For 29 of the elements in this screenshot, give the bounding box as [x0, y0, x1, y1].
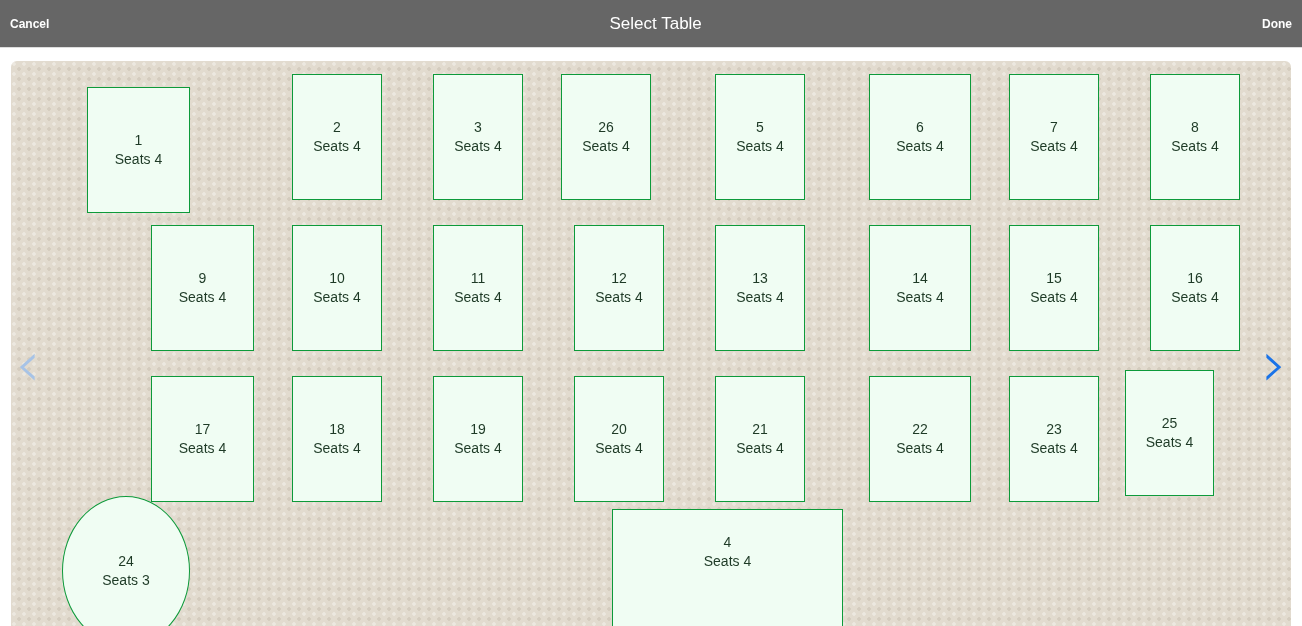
page-title: Select Table	[609, 13, 702, 34]
cancel-button[interactable]: Cancel	[10, 16, 50, 31]
table[interactable]: 16 Seats 4	[1150, 225, 1240, 351]
table[interactable]: 23 Seats 4	[1009, 376, 1099, 502]
table[interactable]: 12 Seats 4	[574, 225, 664, 351]
table[interactable]: 11 Seats 4	[433, 225, 523, 351]
table[interactable]: 2 Seats 4	[292, 74, 382, 200]
table[interactable]: 26 Seats 4	[561, 74, 651, 200]
round-table[interactable]: 24 Seats 3	[62, 496, 190, 626]
table[interactable]: 18 Seats 4	[292, 376, 382, 502]
table[interactable]: 13 Seats 4	[715, 225, 805, 351]
table[interactable]: 10 Seats 4	[292, 225, 382, 351]
table[interactable]: 6 Seats 4	[869, 74, 971, 200]
table[interactable]: 9 Seats 4	[151, 225, 254, 351]
table[interactable]: 4 Seats 4	[612, 509, 843, 626]
table[interactable]: 7 Seats 4	[1009, 74, 1099, 200]
table[interactable]: 8 Seats 4	[1150, 74, 1240, 200]
table[interactable]: 15 Seats 4	[1009, 225, 1099, 351]
table[interactable]: 14 Seats 4	[869, 225, 971, 351]
table[interactable]: 20 Seats 4	[574, 376, 664, 502]
table[interactable]: 5 Seats 4	[715, 74, 805, 200]
table[interactable]: 19 Seats 4	[433, 376, 523, 502]
table[interactable]: 17 Seats 4	[151, 376, 254, 502]
table[interactable]: 22 Seats 4	[869, 376, 971, 502]
table[interactable]: 3 Seats 4	[433, 74, 523, 200]
table[interactable]: 25 Seats 4	[1125, 370, 1214, 496]
table[interactable]: 1 Seats 4	[87, 87, 190, 213]
done-button[interactable]: Done	[1262, 16, 1292, 31]
table[interactable]: 21 Seats 4	[715, 376, 805, 502]
